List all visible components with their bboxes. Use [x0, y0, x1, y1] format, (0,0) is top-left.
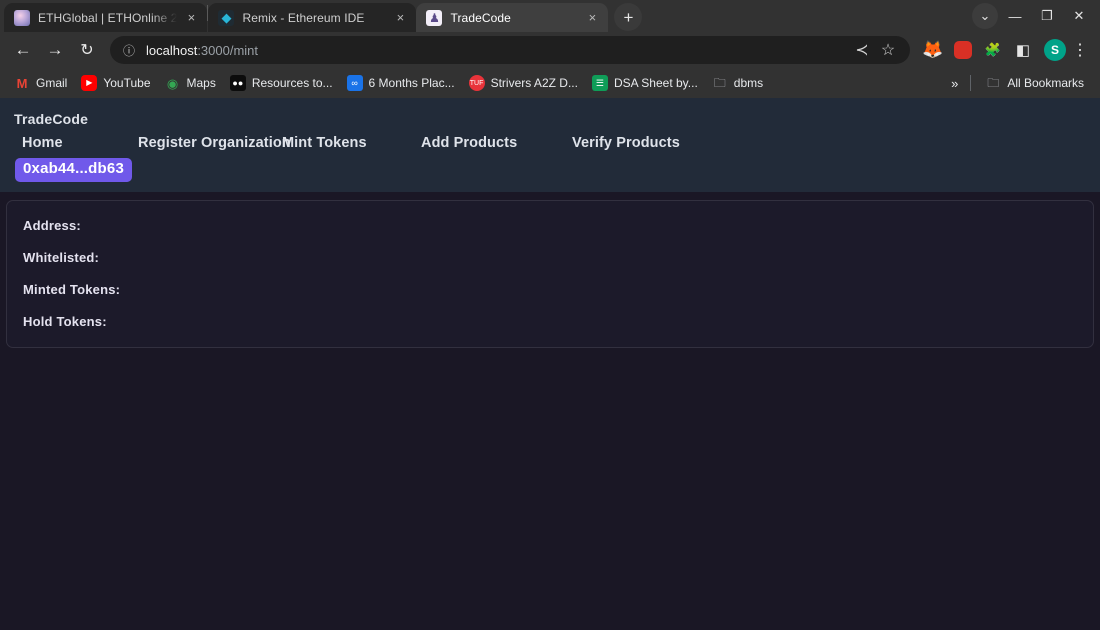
bookmark-strivers-a2z[interactable]: TUF Strivers A2Z D... — [463, 72, 584, 94]
bookmarks-overflow-icon[interactable]: » — [947, 76, 962, 91]
close-tab-icon[interactable]: × — [392, 10, 408, 26]
page-viewport: TradeCode Home Register Organization Min… — [0, 98, 1100, 630]
minimize-window-icon[interactable]: — — [1000, 2, 1030, 30]
bookmark-gmail[interactable]: M Gmail — [8, 72, 73, 94]
bookmarks-bar-right: » 🗀 All Bookmarks — [947, 72, 1092, 94]
info-label: Hold Tokens: — [23, 313, 107, 329]
profile-avatar[interactable]: S — [1044, 39, 1066, 61]
site-nav-links: Home Register Organization Mint Tokens A… — [0, 135, 1100, 151]
bookmark-label: YouTube — [103, 76, 151, 90]
six-months-plan-icon: ∞ — [346, 75, 363, 91]
bookmark-label: Strivers A2Z D... — [490, 76, 578, 90]
red-extension-badge — [954, 41, 972, 59]
browser-tab-tradecode[interactable]: ♟ TradeCode × — [416, 3, 609, 32]
browser-window: ETHGlobal | ETHOnline 2 × ◆ Remix - Ethe… — [0, 0, 1100, 630]
bookmark-label: Resources to... — [251, 76, 333, 90]
bookmark-folder-dbms[interactable]: 🗀 dbms — [706, 72, 769, 94]
tab-strip: ETHGlobal | ETHOnline 2 × ◆ Remix - Ethe… — [0, 0, 1100, 32]
nav-link-home[interactable]: Home — [22, 135, 138, 151]
maximize-window-icon[interactable]: ❐ — [1032, 2, 1062, 30]
bookmark-label: dbms — [733, 76, 764, 90]
info-row-address: Address: — [23, 219, 1077, 232]
address-bar[interactable]: ⓘ localhost:3000/mint ≺ ☆ — [110, 36, 910, 64]
info-label: Address: — [23, 217, 81, 233]
wallet-address-badge[interactable]: 0xab44...db63 — [15, 158, 132, 182]
info-row-whitelisted: Whitelisted: — [23, 251, 1077, 264]
bookmark-maps[interactable]: ◉ Maps — [159, 72, 222, 94]
side-panel-icon[interactable]: ◧ — [1010, 37, 1036, 63]
strivers-icon: TUF — [468, 75, 485, 91]
bookmark-label: Gmail — [36, 76, 68, 90]
bookmark-dsa-sheet[interactable]: ☰ DSA Sheet by... — [586, 72, 704, 94]
youtube-icon: ▶ — [81, 75, 98, 91]
tradecode-favicon-icon: ♟ — [426, 9, 443, 26]
window-controls: ⌄ — ❐ ✕ — [972, 0, 1100, 32]
red-extension-icon[interactable] — [950, 37, 976, 63]
remix-favicon-icon: ◆ — [218, 9, 235, 26]
tab-title: Remix - Ethereum IDE — [242, 10, 365, 25]
nav-link-verify-products[interactable]: Verify Products — [572, 135, 722, 151]
bookmarks-bar: M Gmail ▶ YouTube ◉ Maps ●● Resources to… — [0, 68, 1100, 98]
browser-menu-icon[interactable]: ⋮ — [1068, 35, 1092, 65]
tab-title: ETHGlobal | ETHOnline 2 — [38, 10, 178, 25]
metamask-extension-icon[interactable]: 🦊 — [920, 37, 946, 63]
tab-search-chevron-down-icon[interactable]: ⌄ — [972, 3, 998, 29]
extensions-puzzle-icon[interactable]: 🧩 — [980, 37, 1006, 63]
address-bar-url: localhost:3000/mint — [146, 43, 258, 58]
tab-title: TradeCode — [450, 10, 511, 25]
google-sheets-icon: ☰ — [591, 75, 608, 91]
url-path: :3000/mint — [197, 42, 259, 58]
bookmarks-divider — [970, 75, 972, 91]
account-info-card: Address: Whitelisted: Minted Tokens: Hol… — [6, 199, 1094, 348]
bookmark-star-icon[interactable]: ☆ — [876, 38, 900, 62]
bookmark-youtube[interactable]: ▶ YouTube — [75, 72, 156, 94]
maps-icon: ◉ — [166, 75, 179, 91]
forward-icon[interactable]: → — [40, 35, 70, 65]
nav-link-register-organization[interactable]: Register Organization — [138, 135, 291, 151]
back-icon[interactable]: ← — [8, 35, 38, 65]
url-host: localhost — [146, 42, 198, 58]
ethglobal-favicon-icon — [14, 9, 30, 26]
reload-icon[interactable]: ↻ — [72, 35, 102, 65]
bookmark-six-months-placement[interactable]: ∞ 6 Months Plac... — [341, 72, 461, 94]
all-bookmarks-button[interactable]: 🗀 All Bookmarks — [979, 72, 1090, 94]
info-row-hold-tokens: Hold Tokens: — [23, 315, 1077, 328]
bookmark-label: 6 Months Plac... — [368, 76, 455, 90]
info-row-minted-tokens: Minted Tokens: — [23, 283, 1077, 296]
site-brand[interactable]: TradeCode — [0, 111, 1100, 127]
browser-toolbar: ← → ↻ ⓘ localhost:3000/mint ≺ ☆ 🦊 🧩 ◧ S … — [0, 32, 1100, 68]
resources-icon: ●● — [229, 75, 246, 91]
close-tab-icon[interactable]: × — [183, 10, 199, 26]
address-bar-actions: ≺ ☆ — [850, 38, 900, 62]
bookmark-resources[interactable]: ●● Resources to... — [224, 72, 339, 94]
bookmark-label: Maps — [186, 76, 216, 90]
info-label: Minted Tokens: — [23, 281, 121, 297]
site-navbar: TradeCode Home Register Organization Min… — [0, 98, 1100, 192]
nav-link-mint-tokens[interactable]: Mint Tokens — [282, 135, 421, 151]
close-tab-icon[interactable]: × — [584, 10, 600, 26]
close-window-icon[interactable]: ✕ — [1064, 2, 1094, 30]
nav-link-add-products[interactable]: Add Products — [421, 135, 572, 151]
browser-tab-ethglobal[interactable]: ETHGlobal | ETHOnline 2 × — [4, 3, 208, 32]
bookmark-label: DSA Sheet by... — [613, 76, 698, 90]
info-label: Whitelisted: — [23, 249, 100, 265]
all-bookmarks-label: All Bookmarks — [1007, 76, 1084, 90]
folder-icon: 🗀 — [713, 76, 726, 90]
browser-tab-remix[interactable]: ◆ Remix - Ethereum IDE × — [208, 3, 417, 32]
share-icon[interactable]: ≺ — [850, 38, 874, 62]
new-tab-button[interactable]: + — [614, 3, 643, 31]
folder-icon: 🗀 — [987, 76, 1000, 90]
gmail-icon: M — [16, 75, 28, 91]
site-info-icon[interactable]: ⓘ — [120, 41, 138, 59]
